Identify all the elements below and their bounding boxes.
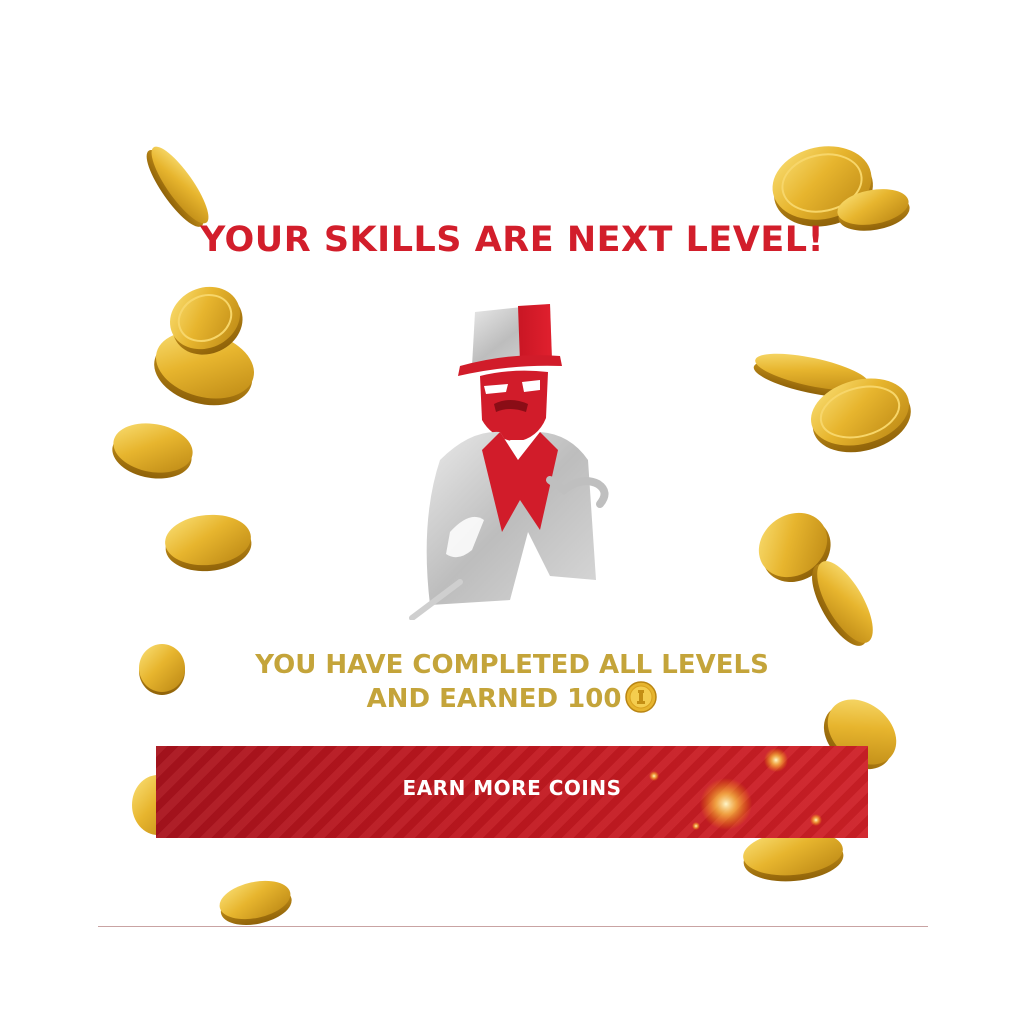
top-hat-gentleman-icon bbox=[409, 304, 609, 620]
coin-icon bbox=[165, 514, 252, 572]
level-complete-screen: YOUR SKILLS ARE NEXT LEVEL! YOU HAVE COM… bbox=[0, 0, 1024, 1024]
coin-icon bbox=[758, 512, 831, 583]
earn-more-coins-button[interactable]: EARN MORE COINS bbox=[156, 746, 868, 838]
coin-icon bbox=[219, 880, 292, 926]
coin-icon bbox=[753, 353, 869, 398]
coin-icon bbox=[154, 331, 255, 406]
earn-more-coins-label: EARN MORE COINS bbox=[402, 776, 622, 800]
coin-icon bbox=[625, 680, 658, 713]
completion-message: YOU HAVE COMPLETED ALL LEVELS AND EARNED… bbox=[0, 648, 1024, 716]
coin-icon bbox=[812, 561, 873, 646]
divider bbox=[98, 926, 928, 927]
completion-message-line-1: YOU HAVE COMPLETED ALL LEVELS bbox=[255, 650, 769, 680]
reward-amount-text: AND EARNED 100 bbox=[366, 684, 622, 714]
coin-icon bbox=[169, 286, 243, 355]
coin-icon bbox=[112, 423, 193, 479]
completion-message-line-2: AND EARNED 100 bbox=[0, 680, 1024, 716]
coin-icon bbox=[810, 378, 911, 453]
headline: YOUR SKILLS ARE NEXT LEVEL! bbox=[199, 220, 825, 260]
